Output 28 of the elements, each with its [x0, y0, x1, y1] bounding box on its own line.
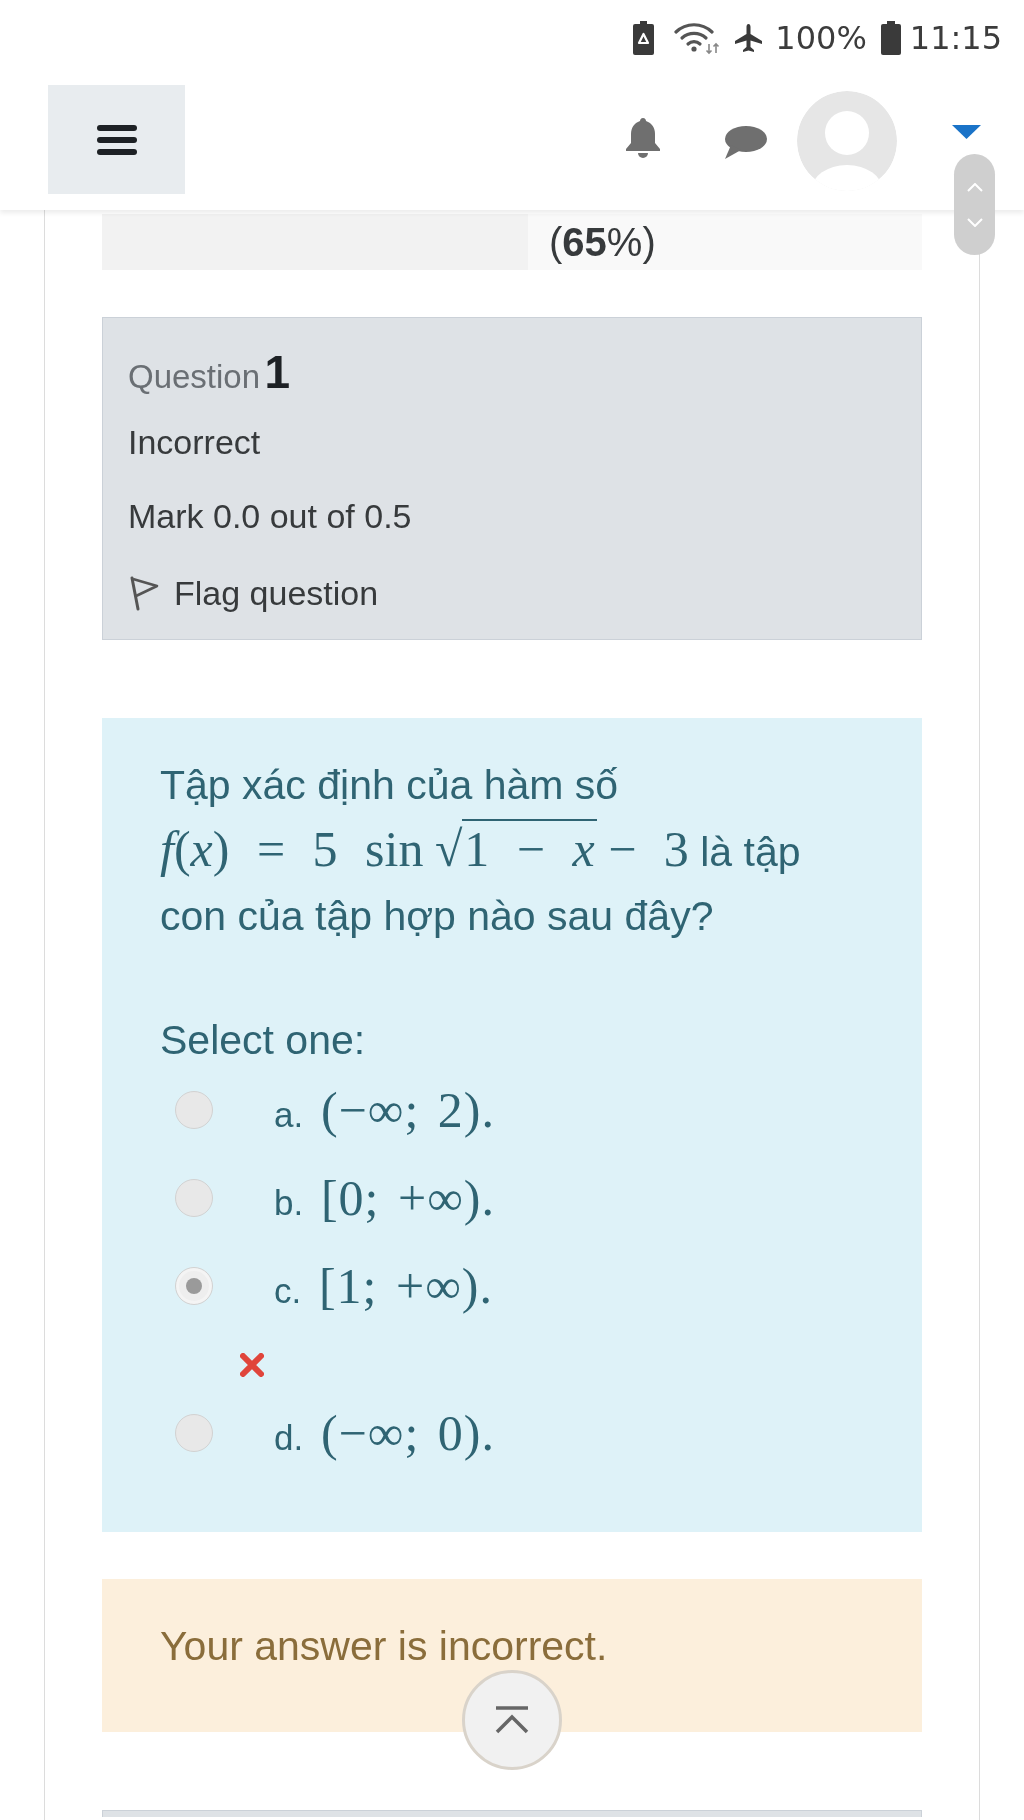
battery-percentage: 100%: [775, 21, 867, 54]
question-mark: Mark 0.0 out of 0.5: [128, 496, 413, 537]
answer-option[interactable]: a. (−∞; 2).: [274, 1081, 495, 1139]
question-number: Question 1: [128, 345, 292, 400]
question-status: Incorrect: [128, 422, 262, 463]
feedback-text: Your answer is incorrect.: [160, 1623, 608, 1669]
answer-option[interactable]: b. [0; +∞).: [274, 1169, 495, 1227]
summary-value-cell: (65%): [528, 214, 922, 270]
battery-icon: [880, 20, 901, 55]
battery-saver-icon: [633, 20, 655, 55]
clock-time: 11:15: [909, 21, 1002, 54]
caret-down-icon[interactable]: [952, 125, 981, 139]
chevron-up-icon: [966, 182, 983, 192]
answer-option[interactable]: d. (−∞; 0).: [274, 1404, 495, 1462]
select-one-prompt: Select one:: [160, 1016, 367, 1065]
radio-button[interactable]: [175, 1179, 213, 1217]
question-text: Tập xác định của hàm số f(x) = 5 sin √1 − x − 3 là tập con của tập hợp nào sau đây?: [160, 761, 802, 941]
scroll-handle[interactable]: [954, 154, 995, 255]
menu-icon: [96, 124, 137, 155]
radio-button[interactable]: [175, 1267, 213, 1305]
answer-option[interactable]: c. [1; +∞).: [274, 1257, 493, 1315]
menu-button[interactable]: [48, 85, 185, 194]
flag-question-button[interactable]: Flag question: [128, 571, 379, 615]
chevron-down-icon: [966, 217, 983, 227]
radio-button[interactable]: [175, 1414, 213, 1452]
wifi-icon: [674, 20, 721, 55]
airplane-icon: [734, 22, 764, 53]
radio-button[interactable]: [175, 1091, 213, 1129]
